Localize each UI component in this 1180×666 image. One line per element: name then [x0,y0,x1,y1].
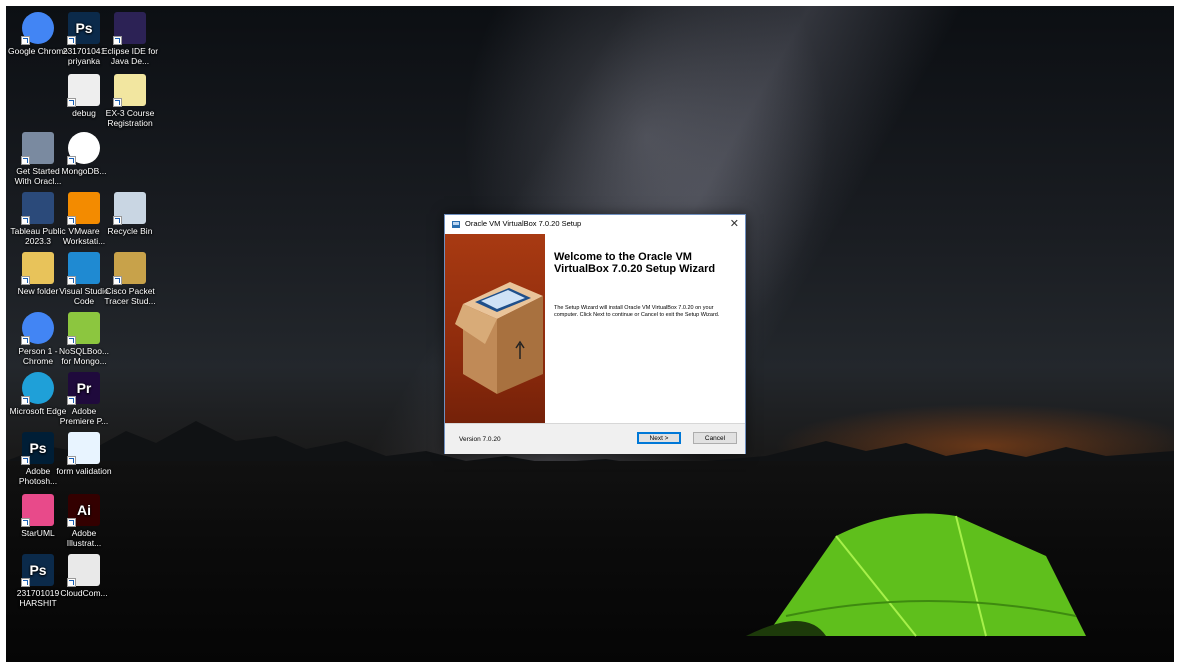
eclipse-icon [113,12,146,45]
oracle-db-icon [21,132,54,165]
desktop-icon-label: Cisco Packet Tracer Stud... [104,286,156,306]
desktop-icon[interactable]: MongoDB... [54,132,114,176]
premiere-icon: Pr [67,372,100,405]
version-label: Version 7.0.20 [459,436,501,443]
shortcut-arrow-icon [21,336,30,345]
desktop-icon[interactable]: EX-3 Course Registration [100,74,160,128]
desktop-icon-label: Recycle Bin [107,226,153,236]
dialog-titlebar[interactable]: Oracle VM VirtualBox 7.0.20 Setup ✕ [445,215,745,232]
folder-icon [21,252,54,285]
vscode-icon [67,252,100,285]
shortcut-arrow-icon [67,578,76,587]
desktop-icon[interactable]: Eclipse IDE for Java De... [100,12,160,66]
icon-glyph-text: Pr [76,380,92,396]
dialog-footer: Version 7.0.20 Next > Cancel [445,423,745,454]
shortcut-arrow-icon [21,276,30,285]
shortcut-arrow-icon [21,518,30,527]
desktop-icon[interactable]: Cisco Packet Tracer Stud... [100,252,160,306]
setup-dialog: Oracle VM VirtualBox 7.0.20 Setup ✕ Welc… [444,214,746,454]
shortcut-arrow-icon [67,156,76,165]
mongodb-icon [67,132,100,165]
shortcut-arrow-icon [67,518,76,527]
shortcut-arrow-icon [67,456,76,465]
tent-image [746,513,1086,637]
desktop-icon-label: form validation [56,466,112,476]
shortcut-arrow-icon [21,156,30,165]
desktop-icon-label: CloudCom... [60,588,108,598]
virtualbox-box-icon [455,282,543,394]
next-button[interactable]: Next > [637,432,681,444]
photoshop-psd-icon: Ps [67,12,100,45]
shortcut-arrow-icon [113,98,122,107]
cisco-packet-tracer-icon [113,252,146,285]
file-icon [113,74,146,107]
desktop-icon-label: NoSQLBoo... for Mongo... [58,346,110,366]
shortcut-arrow-icon [113,276,122,285]
shortcut-arrow-icon [113,216,122,225]
desktop-icon[interactable]: Ai Adobe Illustrat... [54,494,114,548]
shortcut-arrow-icon [67,98,76,107]
shortcut-arrow-icon [67,336,76,345]
desktop-icon[interactable]: Recycle Bin [100,192,160,236]
desktop-icon-label: Adobe Premiere P... [59,406,109,426]
desktop-icon[interactable]: NoSQLBoo... for Mongo... [54,312,114,366]
shortcut-arrow-icon [67,216,76,225]
vmware-icon [67,192,100,225]
wizard-content: Welcome to the Oracle VM VirtualBox 7.0.… [545,234,745,440]
cancel-button[interactable]: Cancel [693,432,737,444]
nosqlbooster-icon [67,312,100,345]
shortcut-arrow-icon [21,396,30,405]
icon-glyph-text: Ps [29,440,47,456]
shortcut-arrow-icon [21,216,30,225]
desktop-icon-label: EX-3 Course Registration [105,108,155,128]
shortcut-arrow-icon [21,456,30,465]
virtualbox-icon [452,220,460,228]
staruml-icon [21,494,54,527]
edge-icon [21,372,54,405]
shortcut-arrow-icon [113,36,122,45]
desktop-icon[interactable]: CloudCom... [54,554,114,598]
close-icon[interactable]: ✕ [730,217,739,230]
desktop-icon[interactable]: Pr Adobe Premiere P... [54,372,114,426]
shortcut-arrow-icon [21,578,30,587]
shortcut-arrow-icon [67,36,76,45]
document-icon [67,554,100,587]
desktop-icon-label: Adobe Illustrat... [66,528,102,548]
dialog-title: Oracle VM VirtualBox 7.0.20 Setup [465,219,582,228]
html-file-icon [67,432,100,465]
shortcut-arrow-icon [67,276,76,285]
chrome-icon [21,12,54,45]
icon-glyph-text: Ps [29,562,47,578]
chrome-profile-icon [21,312,54,345]
desktop: Google Chrome Ps 231701041 priyanka Eclipse… [6,6,1174,662]
icon-glyph-text: Ps [75,20,93,36]
shortcut-arrow-icon [21,36,30,45]
text-file-icon [67,74,100,107]
wizard-heading: Welcome to the Oracle VM VirtualBox 7.0.… [554,251,716,275]
banner-image [445,234,545,440]
tableau-icon [21,192,54,225]
illustrator-icon: Ai [67,494,100,527]
desktop-icon-label: MongoDB... [61,166,107,176]
photoshop-icon: Ps [21,432,54,465]
desktop-icon-label: Eclipse IDE for Java De... [101,46,159,66]
desktop-icon[interactable]: form validation [54,432,114,476]
shortcut-arrow-icon [67,396,76,405]
photoshop-psd-icon: Ps [21,554,54,587]
wizard-description: The Setup Wizard will install Oracle VM … [554,305,720,318]
recycle-bin-icon [113,192,146,225]
icon-glyph-text: Ai [77,502,91,518]
